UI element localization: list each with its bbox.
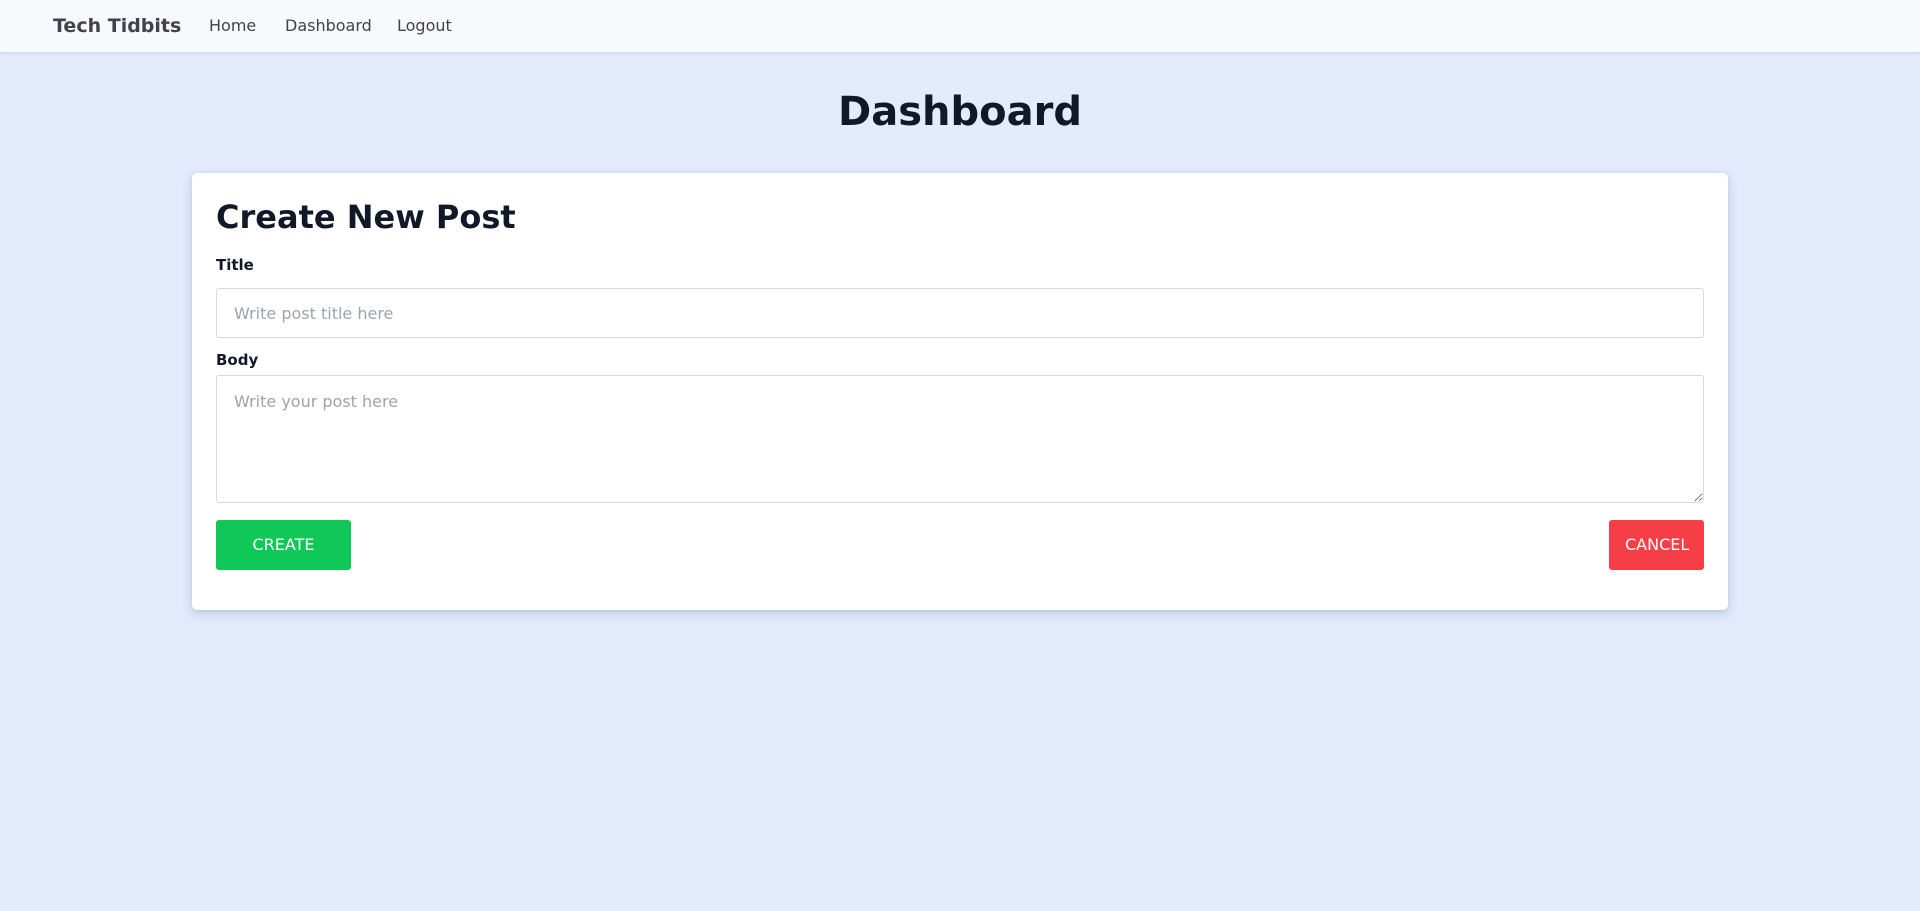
create-post-heading: Create New Post [216,198,516,236]
create-post-button[interactable]: CREATE POST [216,520,351,604]
body-label: Body [216,351,259,369]
title-label: Title [216,256,254,274]
post-title-input[interactable] [216,288,1704,338]
top-navbar: Tech Tidbits Home Dashboard Logout [0,0,1920,52]
cancel-button[interactable]: CANCEL [1609,520,1704,570]
nav-link-dashboard[interactable]: Dashboard [285,16,372,36]
post-body-textarea[interactable] [216,375,1704,503]
nav-link-logout[interactable]: Logout [397,16,452,36]
nav-link-home[interactable]: Home [209,16,256,36]
brand-link[interactable]: Tech Tidbits [53,14,181,38]
page-title: Dashboard [838,89,1082,135]
